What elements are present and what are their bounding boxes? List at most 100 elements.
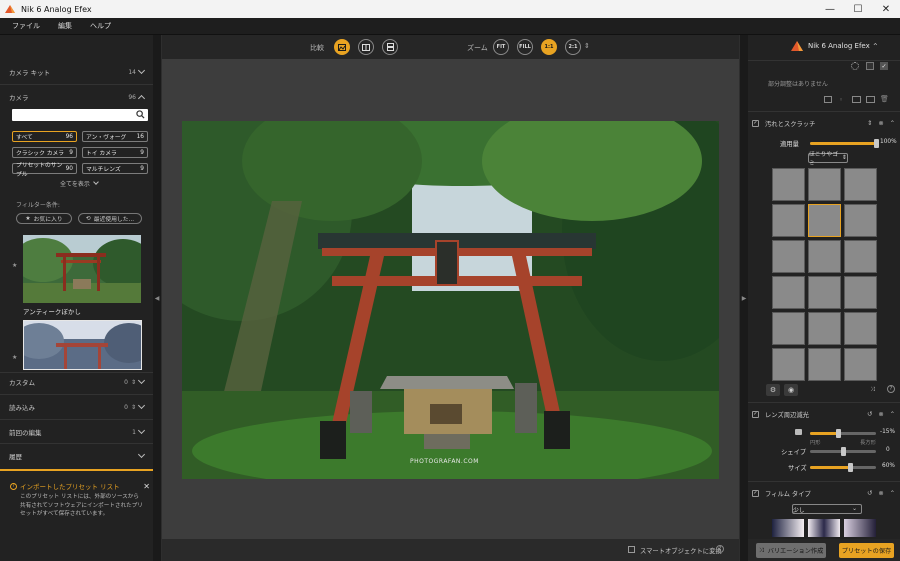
film-swatch[interactable] — [844, 519, 876, 537]
close-window-button[interactable]: ✕ — [872, 0, 900, 18]
dirt-enable-checkbox[interactable]: ✓ — [752, 119, 759, 127]
chevron-up-icon[interactable]: ⌃ — [890, 120, 895, 127]
dirt-section-header[interactable]: ✓ 汚れとスクラッチ ⇕ ⊗ ⌃ — [752, 118, 895, 128]
menu-file[interactable]: ファイル — [12, 21, 40, 31]
tag-toy-camera[interactable]: トイ カメラ 9 — [82, 147, 148, 158]
history-header[interactable]: 履歴 — [0, 450, 153, 462]
check-icon[interactable]: ✓ — [880, 62, 888, 70]
favorite-star-icon[interactable]: ★ — [12, 354, 17, 361]
copy-icon[interactable] — [866, 96, 875, 103]
trash-icon[interactable]: 🗑 — [880, 95, 889, 103]
texture-tile[interactable] — [844, 204, 877, 237]
film-swatch[interactable] — [772, 519, 804, 537]
camera-icon[interactable] — [852, 96, 861, 103]
settings-gear-icon[interactable]: ⚙ — [766, 384, 780, 396]
minimize-button[interactable]: — — [816, 0, 844, 18]
compare-side-by-side-button[interactable] — [382, 39, 398, 55]
custom-header[interactable]: カスタム 0 ⇕ — [0, 376, 153, 388]
compare-single-button[interactable] — [334, 39, 350, 55]
texture-tile[interactable] — [808, 312, 841, 345]
collapse-left-panel-handle[interactable]: ◀ — [153, 35, 162, 561]
vignette-amount-slider[interactable] — [810, 429, 876, 438]
film-enable-checkbox[interactable]: ✓ — [752, 489, 759, 497]
texture-tile-selected[interactable] — [808, 204, 841, 237]
save-preset-button[interactable]: プリセットの保存 — [839, 543, 894, 558]
camera-kit-header[interactable]: カメラ キット 14 — [0, 66, 153, 78]
menu-edit[interactable]: 編集 — [58, 21, 72, 31]
film-type-section-header[interactable]: ✓ フィルム タイプ ↺ ⊗ ⌃ — [752, 488, 895, 498]
slider-knob[interactable] — [848, 463, 853, 472]
vignette-size-slider[interactable] — [810, 463, 876, 472]
favorites-filter-button[interactable]: ★ お気に入り — [16, 213, 72, 224]
zoom-stepper-icon[interactable]: ⇕ — [584, 42, 590, 50]
texture-tile[interactable] — [808, 168, 841, 201]
vignette-section-header[interactable]: ✓ レンズ周辺減光 ↺ ⊗ ⌃ — [752, 409, 895, 419]
last-edit-header[interactable]: 前回の編集 1 — [0, 426, 153, 438]
zoom-2to1-button[interactable]: 2:1 — [565, 39, 581, 55]
texture-tile[interactable] — [844, 348, 877, 381]
texture-tile[interactable] — [808, 276, 841, 309]
texture-tile[interactable] — [808, 348, 841, 381]
dirt-type-select[interactable]: ほこりやゴミ ⇕ — [808, 152, 848, 167]
texture-tile[interactable] — [772, 240, 805, 273]
close-icon[interactable]: ✕ — [143, 482, 150, 491]
preset-thumbnail[interactable] — [23, 235, 141, 303]
dirt-amount-slider[interactable] — [810, 139, 879, 148]
preset-thumbnail-selected[interactable] — [23, 320, 142, 370]
maximize-button[interactable]: ☐ — [844, 0, 872, 18]
texture-tile[interactable] — [844, 168, 877, 201]
texture-tile[interactable] — [772, 204, 805, 237]
film-swatch[interactable] — [808, 519, 840, 537]
mask-icon[interactable] — [866, 62, 874, 70]
tag-un-vogue[interactable]: アン・ヴォーグ 16 — [82, 131, 148, 142]
vignette-shape-slider[interactable] — [810, 447, 876, 456]
texture-tile[interactable] — [772, 348, 805, 381]
undo-icon[interactable]: ↺ — [867, 411, 872, 418]
tag-all[interactable]: すべて 96 — [12, 131, 77, 142]
texture-tile[interactable] — [844, 276, 877, 309]
slider-knob[interactable] — [841, 447, 846, 456]
texture-tile[interactable] — [772, 312, 805, 345]
zoom-1to1-button[interactable]: 1:1 — [541, 39, 557, 55]
sort-icon[interactable]: ⇕ — [867, 120, 872, 127]
image-icon[interactable] — [824, 96, 832, 103]
reset-icon[interactable]: ⊗ — [878, 120, 883, 127]
menu-help[interactable]: ヘルプ — [90, 21, 111, 31]
reset-icon[interactable]: ⊗ — [878, 411, 883, 418]
slider-knob[interactable] — [874, 139, 879, 148]
collapse-right-panel-handle[interactable]: ▶ — [739, 35, 748, 561]
circle-point-icon[interactable]: ◦ — [839, 96, 843, 104]
imports-header[interactable]: 読み込み 0 ⇕ — [0, 401, 153, 413]
camera-header[interactable]: カメラ 96 — [0, 91, 153, 103]
help-icon[interactable]: ? — [887, 385, 895, 393]
texture-tile[interactable] — [772, 276, 805, 309]
vignette-enable-checkbox[interactable]: ✓ — [752, 410, 759, 418]
zoom-fit-button[interactable]: FIT — [493, 39, 509, 55]
texture-tile[interactable] — [772, 168, 805, 201]
show-all-link[interactable]: 全てを表示 — [60, 179, 99, 188]
recent-filter-button[interactable]: ⟲ 最近使用した... — [78, 213, 142, 224]
smart-object-checkbox[interactable] — [628, 546, 635, 553]
preset-search-input[interactable] — [12, 109, 148, 121]
texture-tile[interactable] — [844, 312, 877, 345]
texture-tile[interactable] — [844, 240, 877, 273]
slider-knob[interactable] — [836, 429, 841, 438]
tag-multi-lens[interactable]: マルチレンズ 9 — [82, 163, 148, 174]
preview-eye-icon[interactable]: ◉ — [784, 384, 798, 396]
create-variation-button[interactable]: ⤨ バリエーション作成 — [756, 543, 826, 558]
compare-split-button[interactable] — [358, 39, 374, 55]
control-point-icon[interactable] — [851, 62, 859, 70]
search-icon[interactable] — [136, 110, 145, 119]
main-photo[interactable]: PHOTOGRAFAN.COM — [182, 121, 719, 479]
chevron-up-icon[interactable]: ⌃ — [890, 411, 895, 418]
texture-tile[interactable] — [808, 240, 841, 273]
undo-icon[interactable]: ↺ — [867, 490, 872, 497]
film-type-select[interactable]: 少し ⌄ — [792, 504, 862, 514]
help-icon[interactable]: ? — [716, 545, 724, 553]
tag-classic-camera[interactable]: クラシック カメラ 9 — [12, 147, 77, 158]
favorite-star-icon[interactable]: ★ — [12, 262, 17, 269]
zoom-fill-button[interactable]: FILL — [517, 39, 533, 55]
shuffle-icon[interactable]: ⤨ — [870, 386, 875, 394]
chevron-up-icon[interactable]: ⌃ — [890, 490, 895, 497]
tag-preset-samples[interactable]: プリセットのサンプル 90 — [12, 163, 77, 178]
